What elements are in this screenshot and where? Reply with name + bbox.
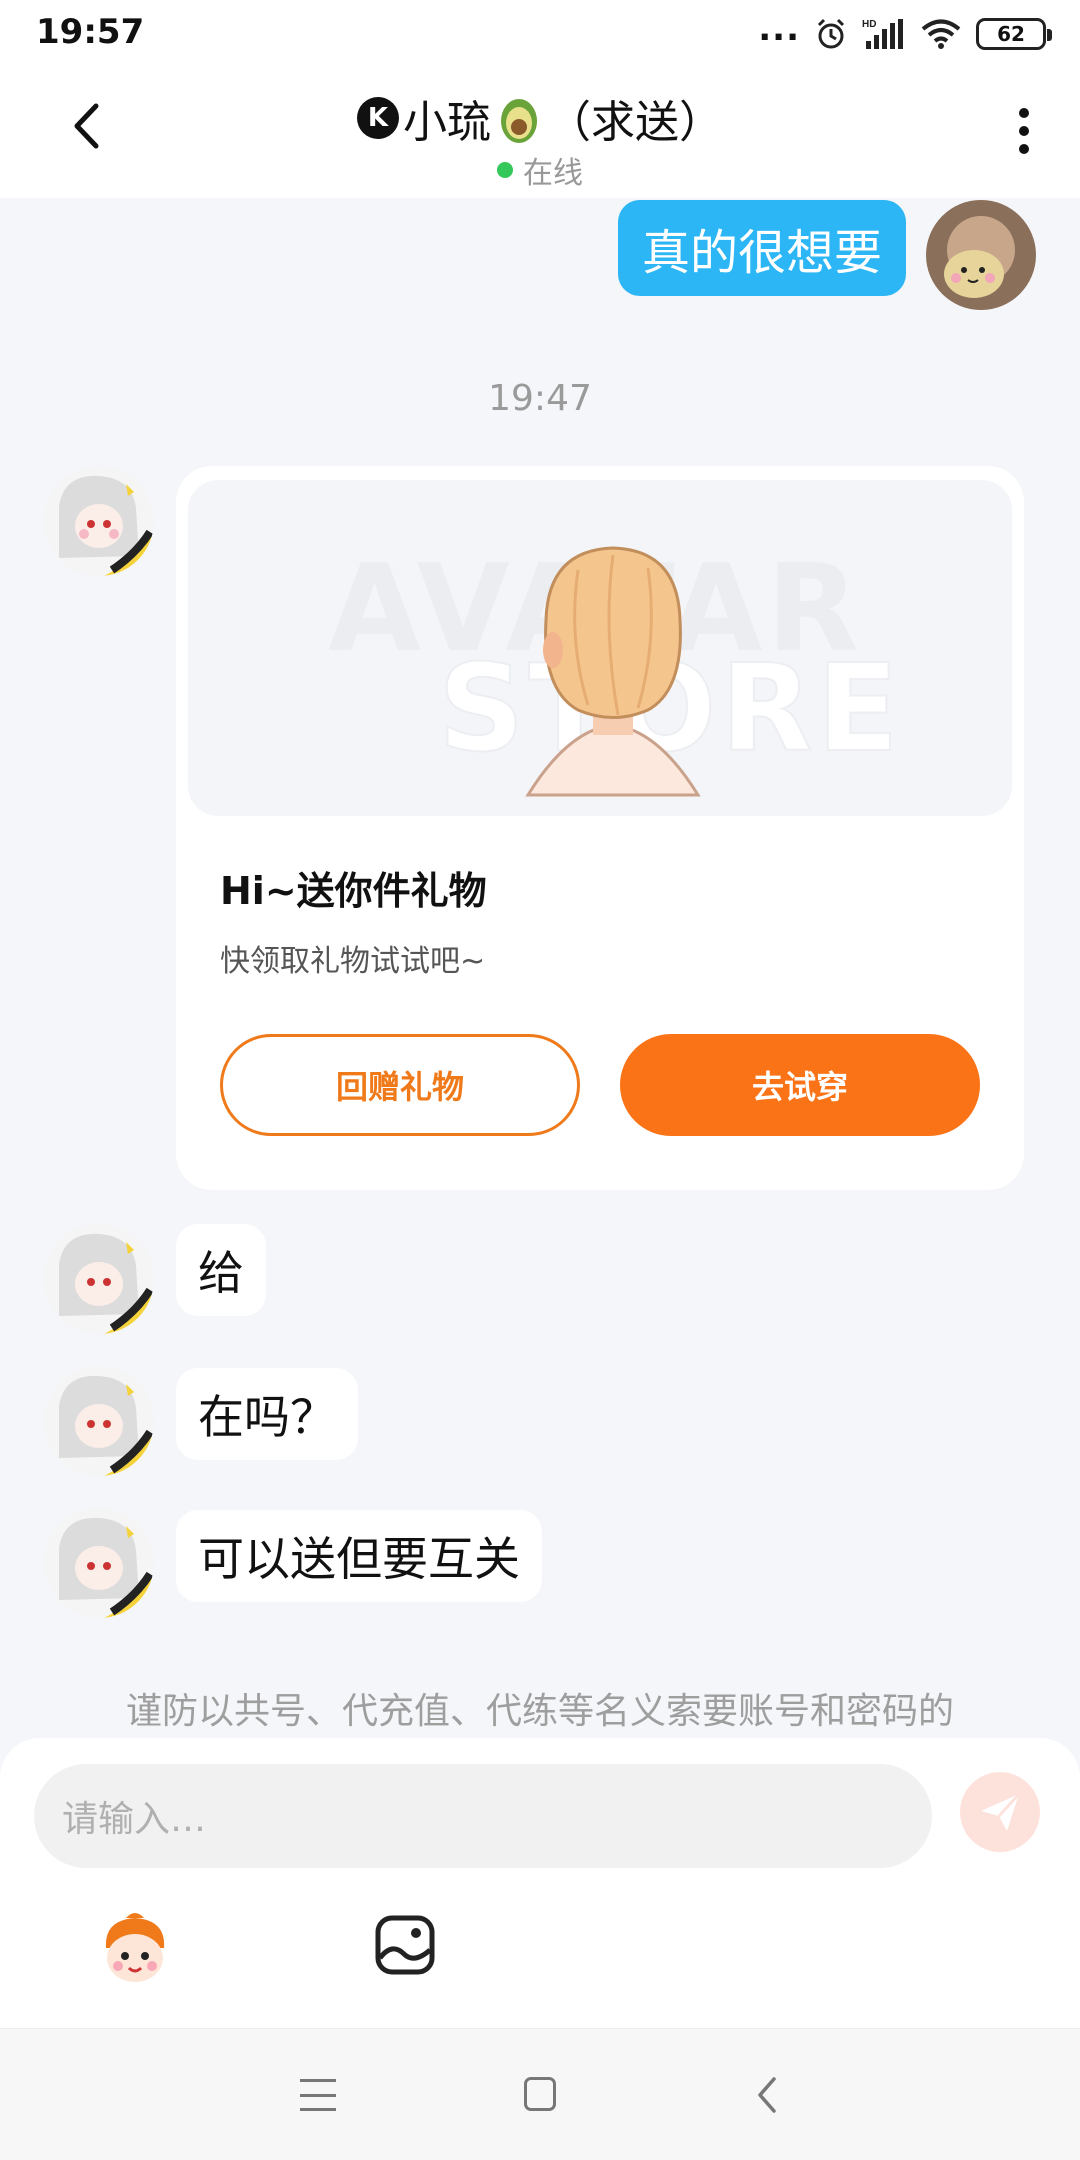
composer-panel: 请输入… [0, 1738, 1080, 2028]
contact-avatar[interactable] [44, 1224, 154, 1334]
menu-line-icon [300, 2108, 336, 2111]
gift-card[interactable]: AVATAR STORE Hi~送你件礼物 快领取礼物试试吧~ 回赠礼物 去试穿 [176, 466, 1024, 1190]
chat-header: K 小琉 （求送） 在线 [0, 66, 1080, 198]
more-dot-icon [1019, 126, 1029, 136]
return-gift-button[interactable]: 回赠礼物 [220, 1034, 580, 1136]
more-status-icon: ... [758, 9, 800, 49]
contact-name: 小琉 [403, 97, 491, 148]
status-time: 19:57 [36, 12, 145, 52]
online-dot-icon [497, 162, 513, 178]
presence-text: 在线 [523, 156, 583, 191]
more-dot-icon [1019, 108, 1029, 118]
send-button[interactable] [960, 1772, 1040, 1852]
gift-card-title: Hi~送你件礼物 [220, 869, 487, 913]
k-badge-icon: K [357, 97, 399, 139]
emoji-sticker-icon[interactable] [96, 1908, 174, 1986]
battery-icon: 62 [976, 18, 1052, 50]
try-on-button[interactable]: 去试穿 [620, 1034, 980, 1136]
outgoing-message-bubble[interactable]: 真的很想要 [617, 200, 906, 296]
gift-preview-image[interactable]: AVATAR STORE [188, 480, 1012, 816]
incoming-message-bubble[interactable]: 给 [176, 1224, 266, 1316]
svg-text:HD: HD [862, 19, 876, 30]
signal-icon: HD [862, 19, 903, 49]
menu-line-icon [300, 2079, 336, 2082]
send-icon [981, 1792, 1021, 1831]
status-bar: 19:57 ... HD 62 [0, 0, 1080, 66]
recent-apps-button[interactable] [300, 2079, 336, 2111]
system-nav-bar [0, 2028, 1080, 2160]
menu-line-icon [300, 2093, 336, 2097]
safety-notice: 谨防以共号、代充值、代练等名义索要账号和密码的 [125, 1691, 954, 1732]
system-back-icon[interactable] [752, 2075, 782, 2115]
more-options-button[interactable] [994, 96, 1054, 166]
chat-title: K 小琉 （求送） [0, 86, 1080, 150]
image-gallery-icon[interactable] [374, 1914, 436, 1976]
home-button[interactable] [524, 2077, 556, 2111]
contact-avatar[interactable] [44, 1366, 154, 1476]
incoming-message-bubble[interactable]: 可以送但要互关 [176, 1510, 542, 1602]
gift-avatar-figure [525, 546, 701, 797]
incoming-message-bubble[interactable]: 在吗？ [176, 1368, 358, 1460]
message-timestamp: 19:47 [488, 378, 592, 419]
contact-name-suffix: （求送） [547, 97, 723, 148]
message-input[interactable]: 请输入… [34, 1764, 932, 1868]
gift-card-subtitle: 快领取礼物试试吧~ [220, 944, 486, 979]
presence-status: 在线 [0, 148, 1080, 192]
alarm-icon [817, 18, 845, 49]
more-dot-icon [1019, 144, 1029, 154]
contact-avatar[interactable] [44, 466, 154, 576]
status-icons: ... HD 62 [758, 9, 1052, 56]
avocado-icon [501, 99, 537, 143]
contact-avatar[interactable] [44, 1508, 154, 1618]
my-avatar[interactable] [926, 200, 1036, 310]
wifi-icon [921, 19, 961, 49]
